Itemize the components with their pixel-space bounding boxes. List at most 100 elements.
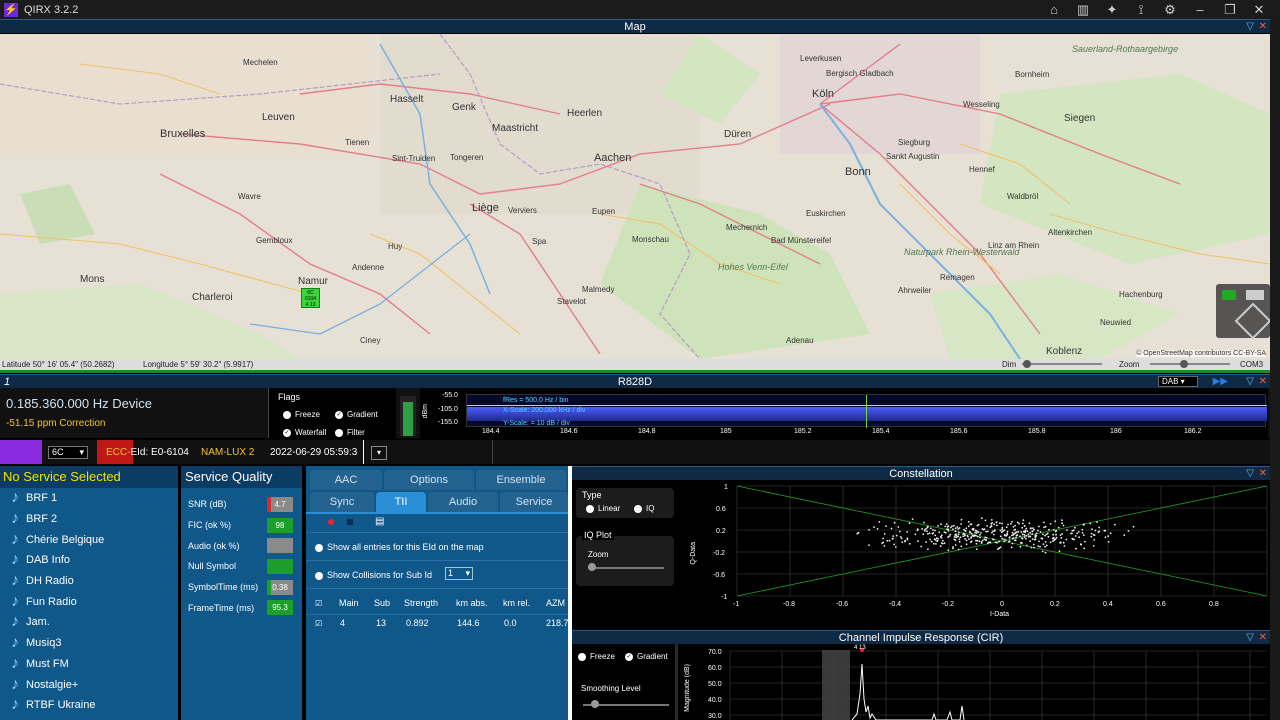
collapse-icon[interactable]: ▽ <box>1246 375 1254 389</box>
chevron-down-icon[interactable]: ▾ <box>371 446 387 460</box>
close-icon[interactable]: ✕ <box>1248 1 1270 18</box>
cir-gradient-option[interactable]: ✓ Gradient <box>625 652 668 661</box>
sub-id-select[interactable]: 1 ▾ <box>445 567 473 580</box>
service-item[interactable]: ♪ BRF 2 <box>0 509 178 530</box>
row-checkbox-icon[interactable]: ☑ <box>315 619 322 628</box>
iq-point <box>1005 539 1007 541</box>
service-item[interactable]: ♪ BRF 1 <box>0 488 178 509</box>
stop-icon[interactable] <box>347 519 353 525</box>
iq-point <box>1082 524 1085 526</box>
gear-icon[interactable]: ⚙ <box>1159 1 1181 18</box>
flags-panel: Flags Freeze ✓ Gradient ✓ Waterfall Filter <box>268 388 396 438</box>
service-item[interactable]: ♪ Must FM <box>0 654 178 675</box>
iq-point <box>1044 541 1047 543</box>
tab-sync[interactable]: Sync <box>310 492 374 512</box>
zoom-slider[interactable] <box>1150 363 1230 365</box>
channel-select[interactable]: 6C ▾ <box>48 446 88 459</box>
close-panel-icon[interactable]: ✕ <box>1259 631 1267 645</box>
type-iq-option[interactable]: IQ <box>634 504 654 513</box>
close-panel-icon[interactable]: ✕ <box>1259 467 1267 481</box>
zoom-slider-thumb[interactable] <box>1180 360 1188 368</box>
pan-control-icon[interactable] <box>1234 302 1270 340</box>
record-icon[interactable] <box>328 519 334 525</box>
collapse-icon[interactable]: ▽ <box>1246 467 1254 481</box>
iq-point <box>1059 534 1062 536</box>
iq-point <box>943 542 946 545</box>
spectrum-plot: fRes = 500,0 Hz / bin X-Scale: 200,000 k… <box>466 394 1267 428</box>
service-item[interactable]: ♪ Chérie Belgique <box>0 529 178 550</box>
table-row[interactable]: ☑ 4 13 0.892 144.6 0.0 218.7 <box>306 618 569 632</box>
service-item[interactable]: ♪ DAB Info <box>0 550 178 571</box>
iq-point <box>1054 530 1057 533</box>
tab-service[interactable]: Service <box>500 492 568 512</box>
flag-gradient[interactable]: ✓ Gradient <box>335 410 378 419</box>
transmitter-marker[interactable]: 6C 6104 4 13 <box>301 288 320 308</box>
iq-point <box>899 536 902 538</box>
iq-point <box>1049 541 1052 544</box>
map-icon[interactable]: ▥ <box>1072 1 1094 18</box>
iq-zoom-slider[interactable] <box>588 567 664 569</box>
satellite-icon[interactable]: ✦ <box>1101 1 1123 18</box>
document-icon[interactable]: ▤ <box>375 516 384 527</box>
dim-slider-thumb[interactable] <box>1023 360 1031 368</box>
service-item[interactable]: ♪ Nostalgie+ <box>0 674 178 695</box>
layer-toggle-icon[interactable] <box>1222 290 1236 300</box>
cir-window <box>822 650 850 720</box>
play-icon[interactable]: ▶▶ <box>1213 375 1228 389</box>
spectrum-xtick: 185 <box>720 428 732 435</box>
dim-slider[interactable] <box>1022 363 1102 365</box>
home-icon[interactable]: ⌂ <box>1043 1 1065 18</box>
iq-point <box>1023 536 1026 538</box>
iq-point <box>1018 522 1020 525</box>
tab-ensemble[interactable]: Ensemble <box>476 470 566 490</box>
flag-freeze[interactable]: Freeze <box>283 410 320 419</box>
tab-aac[interactable]: AAC <box>310 470 382 490</box>
quality-value <box>267 538 293 554</box>
select-all-checkbox-icon[interactable]: ☑ <box>315 599 322 608</box>
iq-zoom-thumb[interactable] <box>588 563 596 571</box>
spectrum-view[interactable]: dBm -55.0 -105.0 -155.0 fRes = 500,0 Hz … <box>420 388 1268 438</box>
iq-point <box>1083 534 1085 536</box>
type-linear-option[interactable]: Linear <box>586 504 620 513</box>
iq-point <box>947 549 950 552</box>
iq-point <box>1025 537 1027 540</box>
service-item[interactable]: ♪ Jam. <box>0 612 178 633</box>
antenna-icon[interactable]: ⟟ <box>1130 1 1152 18</box>
mode-select[interactable]: DAB ▾ <box>1158 376 1198 387</box>
show-collisions-option[interactable]: Show Collisions for Sub Id <box>315 570 432 580</box>
iq-point <box>923 521 925 524</box>
show-all-entries-option[interactable]: Show all entries for this EId on the map <box>315 542 484 552</box>
cir-freeze-option[interactable]: Freeze <box>578 652 615 661</box>
tab-tii[interactable]: TII <box>376 492 426 512</box>
iq-point <box>922 533 925 536</box>
service-item[interactable]: ♪ Musiq3 <box>0 633 178 654</box>
close-panel-icon[interactable]: ✕ <box>1259 20 1267 34</box>
service-item[interactable]: ♪ DH Radio <box>0 571 178 592</box>
vertical-scrollbar[interactable] <box>1270 19 1280 720</box>
collapse-icon[interactable]: ▽ <box>1246 20 1254 34</box>
flag-filter[interactable]: Filter <box>335 428 365 437</box>
map-label-namur: Namur <box>298 276 329 287</box>
iq-point <box>1029 527 1032 530</box>
iq-point <box>1123 534 1126 537</box>
constellation-xtick: -0.6 <box>836 601 848 608</box>
service-item[interactable]: ♪ Fun Radio <box>0 591 178 612</box>
tab-audio[interactable]: Audio <box>428 492 498 512</box>
iq-point <box>965 543 968 546</box>
collapse-icon[interactable]: ▽ <box>1246 631 1254 645</box>
iq-point <box>967 520 970 523</box>
map-view[interactable]: Bruxelles Leuven Mechelen Hasselt Genk M… <box>0 34 1270 359</box>
close-panel-icon[interactable]: ✕ <box>1259 375 1267 389</box>
map-navigation-control[interactable] <box>1216 284 1270 340</box>
restore-icon[interactable]: ❐ <box>1219 1 1241 18</box>
tab-options[interactable]: Options <box>384 470 474 490</box>
iq-point <box>1132 525 1135 528</box>
smoothing-thumb[interactable] <box>591 700 599 708</box>
iq-point <box>1037 529 1039 532</box>
spectrum-ytick-1: -55.0 <box>442 392 458 399</box>
layer-option-icon[interactable] <box>1246 290 1264 300</box>
service-item[interactable]: ♪ RTBF Ukraine <box>0 695 178 716</box>
map-label-koblenz: Koblenz <box>1046 346 1083 357</box>
flag-waterfall[interactable]: ✓ Waterfall <box>283 428 326 437</box>
minimize-icon[interactable]: – <box>1189 1 1211 18</box>
